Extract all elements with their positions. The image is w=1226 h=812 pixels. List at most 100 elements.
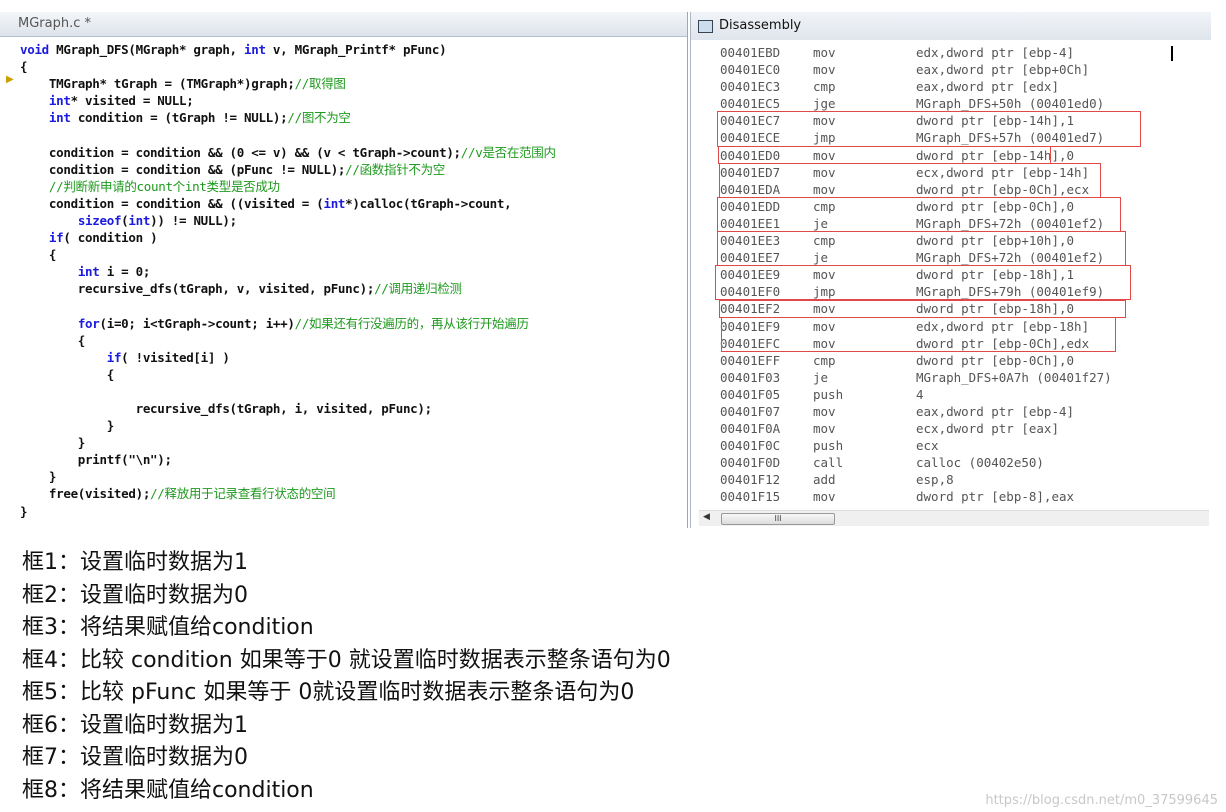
address: 00401F0C (720, 438, 781, 454)
address: 00401EC5 (720, 96, 781, 112)
code-text: recursive_dfs(tGraph, i, visited, pFunc)… (20, 400, 433, 416)
operands: ecx (916, 438, 939, 454)
code-line: } (20, 503, 556, 520)
code-line: } (20, 468, 556, 485)
code-line: condition = condition && (pFunc != NULL)… (20, 161, 556, 178)
highlight-box (719, 299, 1126, 318)
code-line: free(visited);//释放用于记录查看行状态的空间 (20, 485, 556, 502)
disassembly-row[interactable]: 00401F03 je MGraph_DFS+0A7h (00401f27) (691, 369, 1211, 386)
operands: MGraph_DFS+50h (00401ed0) (916, 96, 1105, 112)
operands: ecx,dword ptr [eax] (916, 421, 1059, 437)
note-line: 框4：比较 condition 如果等于0 就设置临时数据表示整条语句为0 (22, 647, 671, 673)
code-line: //判断新申请的count个int类型是否成功 (20, 178, 556, 195)
code-keyword: sizeof (77, 212, 122, 228)
highlight-box (719, 162, 1101, 198)
highlight-box (721, 316, 1116, 352)
code-text: } (20, 469, 57, 485)
note-line: 框6：设置临时数据为1 (22, 712, 248, 738)
code-line: printf("\n"); (20, 451, 556, 468)
mnemonic: call (813, 455, 844, 471)
disassembly-row[interactable]: 00401F0C push ecx (691, 437, 1211, 454)
address: 00401F07 (720, 403, 781, 419)
code-keyword: if (106, 349, 122, 365)
note-line: 框8：将结果赋值给condition (22, 777, 314, 803)
disassembly-title-text: Disassembly (719, 18, 802, 33)
code-text: condition = condition && ((visited = ( (20, 195, 324, 211)
editor-tab[interactable]: MGraph.c * (0, 12, 687, 37)
code-keyword: if (48, 230, 64, 246)
code-line: for(i=0; i<tGraph->count; i++)//如果还有行没遍历… (20, 315, 556, 332)
code-text: ( condition ) (63, 230, 158, 246)
operands: dword ptr [ebp-0Ch],0 (916, 352, 1075, 368)
disassembly-row[interactable]: 00401EC0 mov eax,dword ptr [ebp+0Ch] (691, 61, 1211, 78)
disassembly-row[interactable]: 00401EC3 cmp eax,dword ptr [edx] (691, 78, 1211, 95)
address: 00401F0D (720, 455, 781, 471)
highlight-box (717, 111, 1141, 147)
code-line: } (20, 417, 556, 434)
highlight-box (717, 231, 1126, 267)
disassembly-row[interactable]: 00401EFF cmp dword ptr [ebp-0Ch],0 (691, 352, 1211, 369)
code-line: int i = 0; (20, 263, 556, 280)
operands: eax,dword ptr [ebp-4] (916, 403, 1075, 419)
address: 00401EBD (720, 45, 781, 60)
watermark: https://blog.csdn.net/m0_37599645 (985, 793, 1218, 808)
address: 00401F15 (720, 489, 781, 505)
code-line: condition = condition && (0 <= v) && (v … (20, 144, 556, 161)
address: 00401F0A (720, 421, 781, 437)
disassembly-row[interactable]: 00401F0A mov ecx,dword ptr [eax] (691, 420, 1211, 437)
disassembly-row[interactable]: 00401F07 mov eax,dword ptr [ebp-4] (691, 403, 1211, 420)
disassembly-row[interactable]: 00401F0D call calloc (00402e50) (691, 454, 1211, 471)
code-line: } (20, 434, 556, 451)
disassembly-row[interactable]: 00401EBD mov edx,dword ptr [ebp-4] (691, 44, 1211, 61)
code-comment: //v是否在范围内 (460, 144, 556, 160)
horizontal-scrollbar[interactable]: ◀ III (699, 510, 1209, 526)
scroll-left-arrow-icon[interactable]: ◀ (703, 512, 710, 522)
code-line: if( condition ) (20, 229, 556, 246)
address: 00401EC0 (720, 62, 781, 78)
code-text: condition = (tGraph != NULL); (70, 110, 288, 126)
code-area[interactable]: void MGraph_DFS(MGraph* graph, int v, MG… (20, 41, 556, 520)
code-text: condition = condition && (0 <= v) && (v … (20, 144, 461, 160)
code-text: (i=0; i<tGraph->count; i++) (99, 315, 295, 331)
operands: edx,dword ptr [ebp-4] (916, 45, 1075, 60)
scrollbar-thumb[interactable]: III (721, 513, 835, 525)
note-line: 框3：将结果赋值给condition (22, 615, 314, 640)
disassembly-row[interactable]: 00401F05 push 4 (691, 386, 1211, 403)
mnemonic: cmp (813, 79, 836, 95)
mnemonic: push (813, 386, 844, 402)
mnemonic: mov (813, 45, 836, 60)
code-comment: //释放用于记录查看行状态的空间 (150, 486, 336, 502)
note-line: 框2：设置临时数据为0 (22, 582, 248, 608)
operands: esp,8 (916, 472, 954, 488)
address: 00401EFF (720, 352, 781, 368)
code-line: int* visited = NULL; (20, 92, 556, 109)
code-comment: //取得图 (294, 76, 346, 92)
code-text: i = 0; (99, 264, 151, 280)
code-line: { (20, 332, 556, 349)
code-line: { (20, 246, 556, 263)
code-line: void MGraph_DFS(MGraph* graph, int v, MG… (20, 41, 556, 58)
mnemonic: je (813, 369, 829, 385)
code-line: { (20, 58, 556, 75)
disassembly-pane: Disassembly 00401EBD mov edx,dword ptr [eb… (690, 12, 1211, 528)
code-keyword: int (48, 93, 71, 109)
mnemonic: push (813, 438, 844, 454)
code-keyword: for (77, 315, 100, 331)
disassembly-row[interactable]: 00401F15 mov dword ptr [ebp-8],eax (691, 488, 1211, 505)
code-text: { (20, 332, 86, 348)
code-text: recursive_dfs(tGraph, v, visited, pFunc)… (20, 281, 375, 297)
disassembly-row[interactable]: 00401EC5 jge MGraph_DFS+50h (00401ed0) (691, 95, 1211, 112)
code-keyword: int (48, 110, 71, 126)
highlight-box (715, 265, 1131, 301)
code-text: )) != NULL); (150, 212, 237, 228)
operands: eax,dword ptr [ebp+0Ch] (916, 62, 1090, 78)
highlight-box (718, 145, 1051, 164)
disassembly-row[interactable]: 00401F12 add esp,8 (691, 471, 1211, 488)
code-comment: //如果还有行没遍历的，再从该行开始遍历 (294, 315, 529, 331)
disassembly-listing[interactable]: 00401EBD mov edx,dword ptr [ebp-4] 00401EC0… (691, 44, 1211, 506)
highlight-box (717, 196, 1121, 233)
